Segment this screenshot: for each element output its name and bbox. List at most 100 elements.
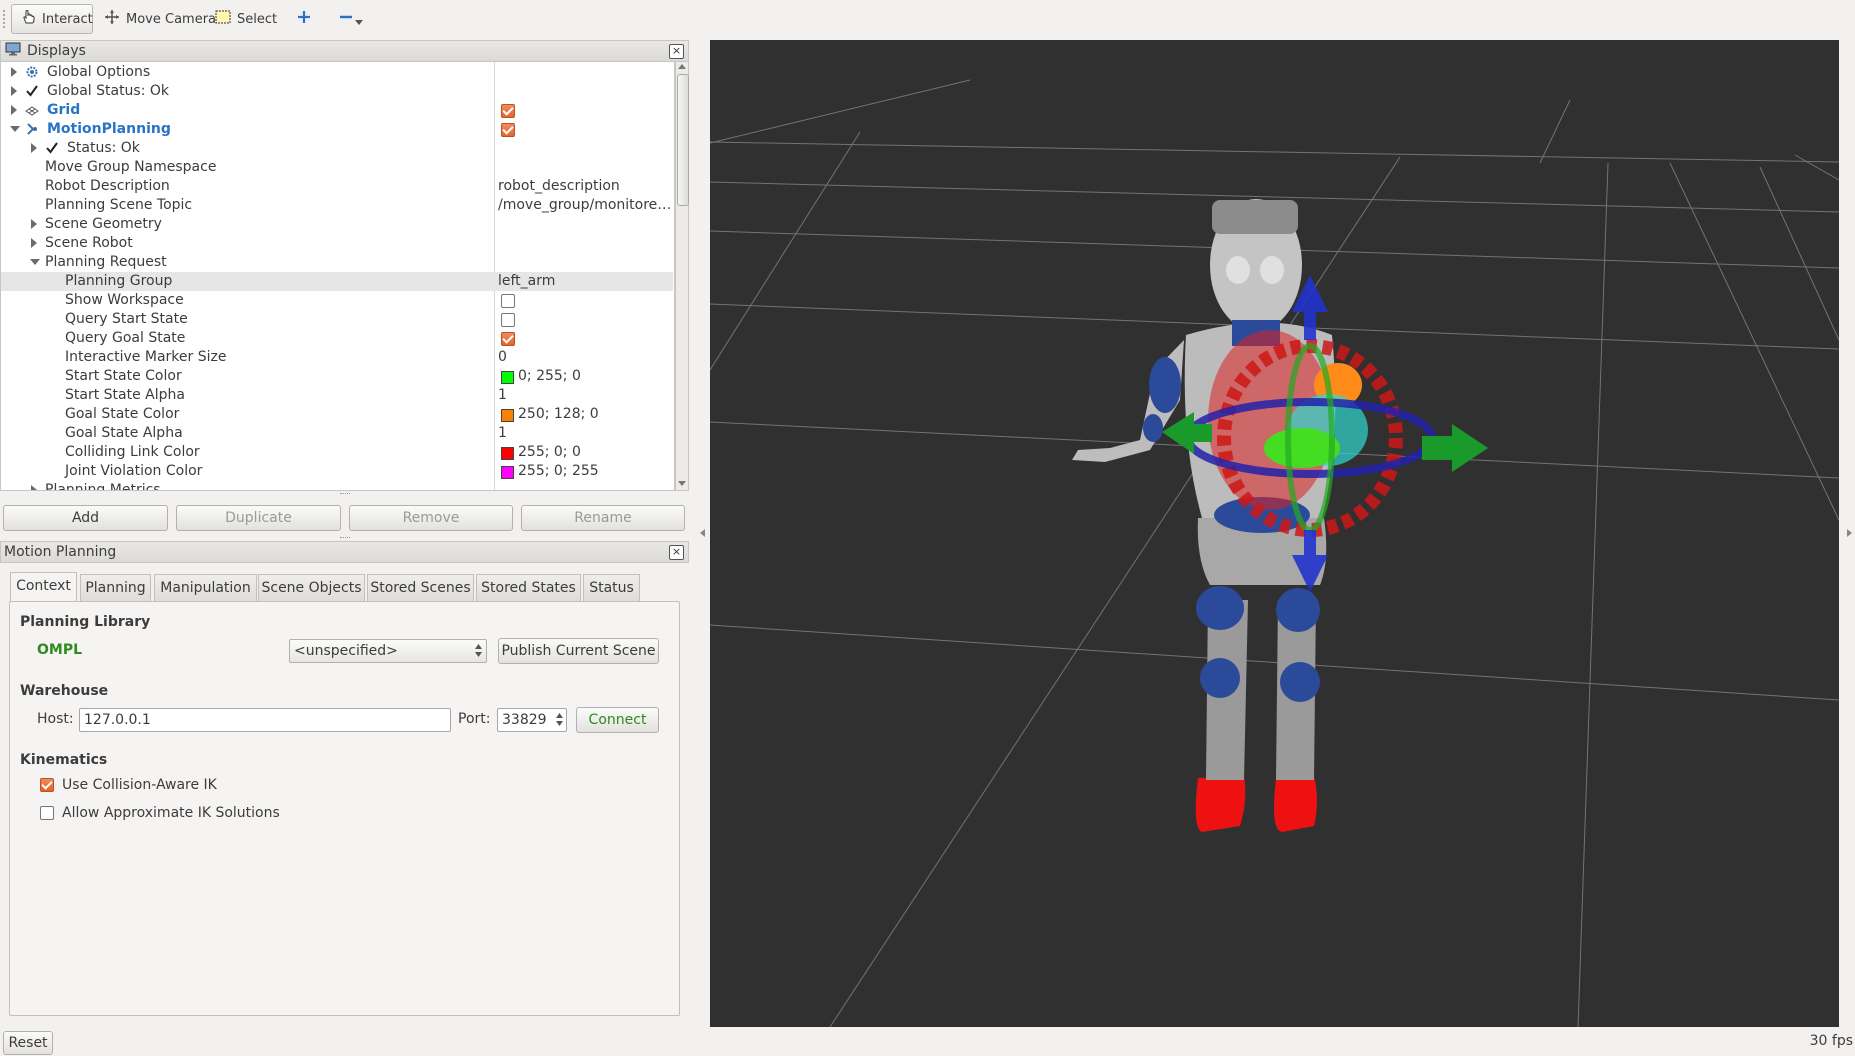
select-label: Select [237, 11, 278, 27]
collapse-left-arrow-icon[interactable] [700, 529, 705, 537]
start-state-color-swatch[interactable] [501, 371, 514, 384]
collapse-arrow-icon[interactable] [30, 259, 40, 265]
interactive-marker-size-value[interactable]: 0 [498, 348, 507, 367]
motion-planning-enabled-checkbox[interactable] [501, 123, 515, 137]
approx-ik-label[interactable]: Allow Approximate IK Solutions [62, 805, 280, 821]
plus-icon [297, 10, 311, 28]
goal-state-color-value[interactable]: 250; 128; 0 [518, 405, 599, 424]
host-input[interactable] [79, 708, 451, 732]
tree-row-label: Scene Robot [45, 235, 133, 251]
tab-planning[interactable]: Planning [80, 574, 151, 602]
tree-row-grid[interactable]: Grid [1, 101, 673, 120]
colliding-link-color-value[interactable]: 255; 0; 0 [518, 443, 581, 462]
tree-row-interactive-marker-size[interactable]: Interactive Marker Size 0 [1, 348, 673, 367]
query-goal-state-checkbox[interactable] [501, 332, 515, 346]
scrollbar-thumb[interactable] [677, 74, 689, 206]
expand-arrow-icon[interactable] [11, 86, 17, 96]
goal-state-color-swatch[interactable] [501, 409, 514, 422]
colliding-link-color-swatch[interactable] [501, 447, 514, 460]
displays-panel-header: Displays × [0, 40, 689, 62]
tree-row-planning-group[interactable]: Planning Group left_arm [1, 272, 673, 291]
tab-context[interactable]: Context [10, 572, 77, 602]
spin-arrows-icon[interactable] [556, 712, 563, 734]
expand-arrow-icon[interactable] [31, 219, 37, 229]
tree-row-global-status[interactable]: Global Status: Ok [1, 82, 673, 101]
add-display-button[interactable]: Add [3, 505, 168, 531]
displays-scrollbar[interactable] [675, 61, 689, 491]
joint-violation-color-swatch[interactable] [501, 466, 514, 479]
expand-arrow-icon[interactable] [31, 238, 37, 248]
start-state-color-value[interactable]: 0; 255; 0 [518, 367, 581, 386]
approx-ik-checkbox[interactable] [40, 806, 54, 820]
start-state-alpha-value[interactable]: 1 [498, 386, 507, 405]
remove-tool-dropdown[interactable] [331, 4, 371, 34]
publish-current-scene-button[interactable]: Publish Current Scene [498, 638, 659, 664]
expand-arrow-icon[interactable] [31, 485, 37, 490]
tree-row-query-goal-state[interactable]: Query Goal State [1, 329, 673, 348]
planning-scene-topic-value[interactable]: /move_group/monitore… [498, 196, 671, 215]
move-camera-tool-button[interactable]: Move Camera [96, 4, 224, 34]
tree-row-motion-planning[interactable]: MotionPlanning [1, 120, 673, 139]
expand-arrow-icon[interactable] [11, 105, 17, 115]
tree-row-robot-description[interactable]: Robot Description robot_description [1, 177, 673, 196]
select-box-icon [215, 10, 231, 28]
connect-button[interactable]: Connect [576, 707, 659, 733]
query-start-state-checkbox[interactable] [501, 313, 515, 327]
tree-row-query-start-state[interactable]: Query Start State [1, 310, 673, 329]
tree-row-goal-state-alpha[interactable]: Goal State Alpha 1 [1, 424, 673, 443]
collapse-right-arrow-icon[interactable] [1847, 529, 1852, 537]
motion-planning-title: Motion Planning [4, 544, 117, 560]
show-workspace-checkbox[interactable] [501, 294, 515, 308]
tree-row-planning-metrics[interactable]: Planning Metrics [1, 481, 673, 490]
tree-row-joint-violation-color[interactable]: Joint Violation Color 255; 0; 255 [1, 462, 673, 481]
remove-display-button[interactable]: Remove [349, 505, 513, 531]
goal-state-alpha-value[interactable]: 1 [498, 424, 507, 443]
dropdown-arrow-icon [355, 15, 363, 30]
collapse-arrow-icon[interactable] [10, 126, 20, 132]
close-icon[interactable]: × [669, 44, 684, 59]
expand-arrow-icon[interactable] [31, 143, 37, 153]
tree-row-global-options[interactable]: Global Options [1, 63, 673, 82]
reset-button[interactable]: Reset [3, 1031, 53, 1055]
close-icon[interactable]: × [669, 545, 684, 560]
tab-status[interactable]: Status [583, 574, 640, 602]
tree-row-label: Show Workspace [65, 292, 184, 308]
tree-row-planning-request[interactable]: Planning Request [1, 253, 673, 272]
tree-row-start-state-alpha[interactable]: Start State Alpha 1 [1, 386, 673, 405]
move-camera-label: Move Camera [126, 11, 217, 27]
tab-scene-objects[interactable]: Scene Objects [258, 574, 365, 602]
expand-arrow-icon[interactable] [11, 67, 17, 77]
tree-row-scene-geometry[interactable]: Scene Geometry [1, 215, 673, 234]
tree-row-colliding-link-color[interactable]: Colliding Link Color 255; 0; 0 [1, 443, 673, 462]
duplicate-display-button[interactable]: Duplicate [176, 505, 341, 531]
splitter-grip[interactable] [340, 493, 350, 497]
tree-row-move-group-namespace[interactable]: Move Group Namespace [1, 158, 673, 177]
hand-pointer-icon [20, 9, 36, 29]
tree-row-planning-scene-topic[interactable]: Planning Scene Topic /move_group/monitor… [1, 196, 673, 215]
robot-description-value[interactable]: robot_description [498, 177, 620, 196]
tree-row-status-ok[interactable]: Status: Ok [1, 139, 673, 158]
render-viewport-3d[interactable] [710, 40, 1839, 1027]
tree-row-start-state-color[interactable]: Start State Color 0; 255; 0 [1, 367, 673, 386]
joint-violation-color-value[interactable]: 255; 0; 255 [518, 462, 599, 481]
add-tool-button[interactable] [289, 4, 319, 34]
collision-aware-ik-label[interactable]: Use Collision-Aware IK [62, 777, 217, 793]
tab-stored-states[interactable]: Stored States [476, 574, 581, 602]
select-tool-button[interactable]: Select [207, 4, 285, 34]
tree-row-goal-state-color[interactable]: Goal State Color 250; 128; 0 [1, 405, 673, 424]
planner-select-value: <unspecified> [294, 643, 398, 659]
rename-display-button[interactable]: Rename [521, 505, 685, 531]
tab-stored-scenes[interactable]: Stored Scenes [367, 574, 474, 602]
scroll-down-arrow-icon[interactable] [678, 481, 686, 486]
planner-select[interactable]: <unspecified> [289, 639, 487, 663]
tab-manipulation[interactable]: Manipulation [154, 574, 257, 602]
interact-tool-button[interactable]: Interact [11, 4, 93, 34]
scroll-up-arrow-icon[interactable] [678, 64, 686, 69]
port-spinbox[interactable]: 33829 [497, 708, 567, 732]
tree-row-scene-robot[interactable]: Scene Robot [1, 234, 673, 253]
planning-group-value[interactable]: left_arm [498, 272, 555, 291]
collision-aware-ik-checkbox[interactable] [40, 778, 54, 792]
displays-tree: Global Options Global Status: Ok Grid Mo… [0, 61, 675, 491]
grid-enabled-checkbox[interactable] [501, 104, 515, 118]
tree-row-show-workspace[interactable]: Show Workspace [1, 291, 673, 310]
